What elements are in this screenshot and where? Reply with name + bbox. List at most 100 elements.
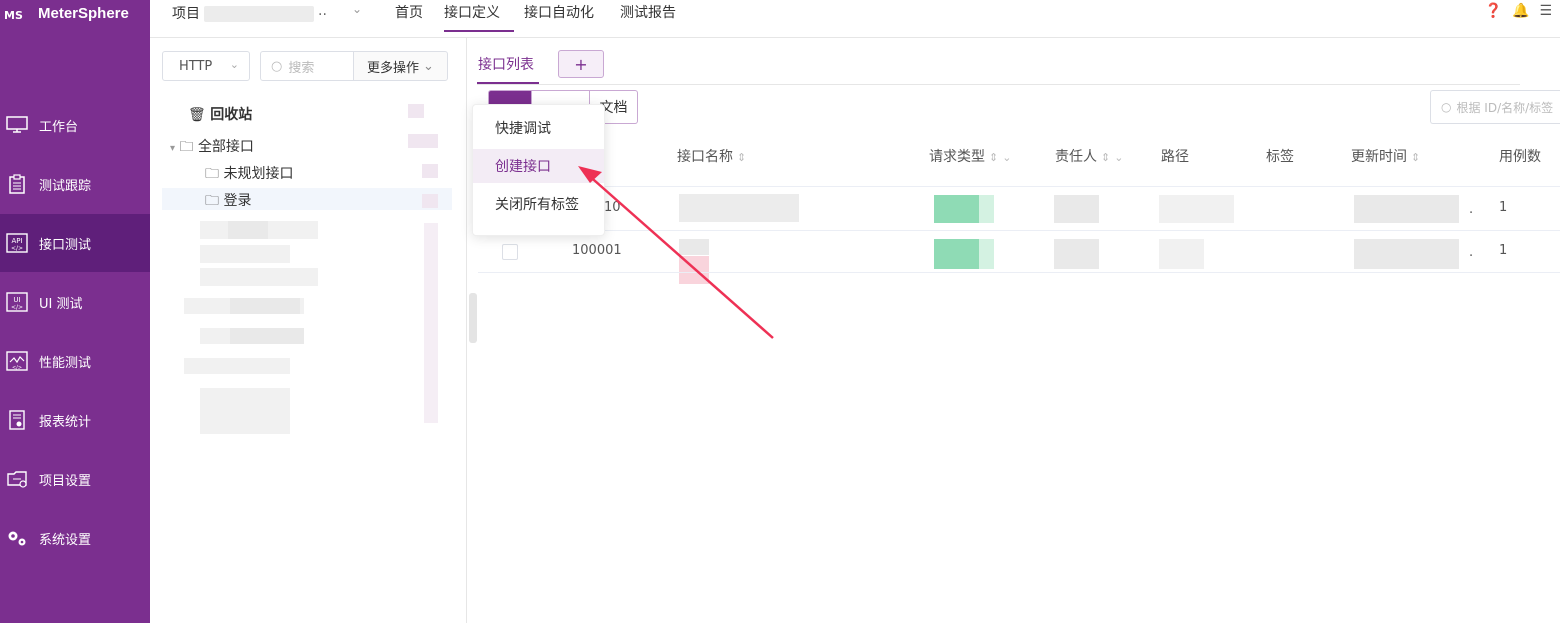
tree-node-label: 全部接口 [197, 139, 254, 155]
top-navbar: 项目 .. ⌄ 首页 接口定义 接口自动化 测试报告 ❓ 🔔 ☰ [150, 0, 1560, 38]
ui-test-icon: UI </> [4, 292, 30, 312]
active-menu-indicator [444, 30, 514, 32]
cell-name-redacted [679, 256, 709, 284]
menu-item-close-all-tabs[interactable]: 关闭所有标签 [473, 187, 604, 221]
top-right-icons: ❓ 🔔 ☰ [1485, 3, 1552, 19]
tab-divider [477, 84, 1520, 85]
sidebar-item-label: 测试跟踪 [39, 178, 92, 194]
tree-node-unplanned[interactable]: 🗀 未规划接口 [205, 163, 293, 187]
sidebar-item-test-tracking[interactable]: 测试跟踪 [0, 155, 150, 213]
sort-icon[interactable]: ⇕ [737, 151, 746, 164]
row-divider [478, 272, 1560, 273]
filter-icon[interactable]: ⌄ [1114, 151, 1123, 164]
svg-text:</>: </> [11, 304, 23, 311]
row-checkbox[interactable] [502, 244, 518, 260]
list-icon[interactable]: ☰ [1539, 3, 1552, 19]
sidebar-item-api-test[interactable]: API </> 接口测试 [0, 214, 150, 272]
more-operations-button[interactable]: 更多操作 ⌄ [353, 51, 448, 81]
menu-api-definition[interactable]: 接口定义 [444, 2, 500, 22]
tree-node-redacted[interactable] [200, 388, 290, 434]
column-label: 更新时间 [1351, 149, 1407, 165]
column-header-path[interactable]: 路径 [1161, 146, 1189, 166]
cell-time-dot: . [1469, 202, 1474, 217]
sidebar-item-label: 报表统计 [39, 414, 92, 430]
project-label: 项目 [172, 6, 200, 22]
project-settings-icon [4, 469, 30, 489]
menu-item-create-api[interactable]: 创建接口 [473, 149, 604, 183]
tree-node-label: 登录 [223, 193, 252, 209]
tree-node-redacted[interactable] [200, 245, 290, 263]
column-label: 请求类型 [929, 149, 985, 165]
cell-id: 10 [604, 200, 621, 215]
tree-node-redacted[interactable] [200, 268, 318, 286]
tree-node-all-apis[interactable]: ▾ 🗀 全部接口 [170, 136, 254, 160]
tree-node-redacted[interactable] [184, 358, 290, 374]
sidebar-item-label: UI 测试 [39, 296, 83, 312]
menu-item-quick-debug[interactable]: 快捷调试 [473, 111, 604, 145]
sidebar-item-performance-test[interactable]: </> 性能测试 [0, 332, 150, 390]
search-icon: ○ [1441, 100, 1452, 114]
search-placeholder: 搜索 [288, 60, 315, 76]
brand-name: MeterSphere [38, 4, 129, 22]
sidebar-item-workbench[interactable]: 工作台 [0, 96, 150, 154]
cell-update-time-redacted [1354, 239, 1459, 269]
column-header-update-time[interactable]: 更新时间 ⇕ [1351, 146, 1420, 166]
protocol-value: HTTP [179, 58, 213, 74]
menu-test-report[interactable]: 测试报告 [620, 2, 676, 22]
api-icon: API </> [4, 233, 30, 253]
tree-count-redacted [424, 223, 438, 423]
menu-api-automation[interactable]: 接口自动化 [524, 2, 594, 22]
cell-update-time-redacted [1354, 195, 1459, 223]
svg-text:UI: UI [13, 296, 20, 304]
row-divider [478, 230, 1560, 231]
sort-icon[interactable]: ⇕ [1411, 151, 1420, 164]
sort-icon[interactable]: ⇕ [989, 151, 998, 164]
column-header-case-count[interactable]: 用例数 [1499, 146, 1541, 166]
tree-count-redacted [422, 194, 438, 208]
protocol-select[interactable]: HTTP ⌄ [162, 51, 250, 81]
tree-node-redacted [230, 328, 304, 344]
sidebar-item-system-settings[interactable]: 系统设置 [0, 509, 150, 567]
api-tree-panel: HTTP ⌄ ○ 搜索 更多操作 ⌄ 🗑 回收站 ▾ 🗀 全部接口 🗀 未规划接… [150, 38, 467, 623]
folder-icon: 🗀 [205, 193, 219, 209]
api-search-input[interactable]: ○ 根据 ID/名称/标签 [1430, 90, 1560, 124]
cell-time-dot: . [1469, 245, 1474, 260]
chevron-down-icon[interactable]: ⌄ [352, 2, 362, 16]
sidebar-item-ui-test[interactable]: UI </> UI 测试 [0, 273, 150, 331]
column-header-owner[interactable]: 责任人 ⇕ ⌄ [1055, 146, 1123, 166]
tree-node-recycle-bin[interactable]: 🗑 回收站 [188, 104, 252, 124]
svg-text:API: API [11, 237, 22, 245]
column-header-tags[interactable]: 标签 [1266, 146, 1294, 166]
sidebar-item-label: 性能测试 [39, 355, 92, 371]
help-icon[interactable]: ❓ [1485, 3, 1502, 19]
more-operations-label: 更多操作 [367, 60, 420, 76]
folder-icon: 🗀 [179, 139, 194, 155]
sidebar-item-reports[interactable]: 报表统计 [0, 391, 150, 449]
tab-api-list[interactable]: 接口列表 [478, 54, 534, 74]
sort-icon[interactable]: ⇕ [1101, 151, 1110, 164]
report-icon [4, 410, 30, 430]
tree-search-input[interactable]: ○ 搜索 [260, 51, 354, 81]
sidebar-item-label: 系统设置 [39, 532, 92, 548]
tree-count-redacted [408, 104, 424, 118]
column-header-method[interactable]: 请求类型 ⇕ ⌄ [929, 146, 1011, 166]
project-name-redacted[interactable] [204, 6, 314, 22]
api-list-main: 接口列表 + 文档 ○ 根据 ID/名称/标签 接口名称 ⇕ 请求类型 ⇕ ⌄ 责任人… [467, 38, 1560, 623]
menu-home[interactable]: 首页 [395, 2, 423, 22]
column-header-name[interactable]: 接口名称 ⇕ [677, 146, 746, 166]
trash-icon: 🗑 [188, 107, 206, 123]
cell-name-redacted [679, 194, 799, 222]
svg-text:</>: </> [11, 245, 23, 252]
sidebar-item-project-settings[interactable]: 项目设置 [0, 450, 150, 508]
sidebar-item-label: 项目设置 [39, 473, 92, 489]
add-tab-button[interactable]: + [558, 50, 604, 78]
cell-name-redacted [679, 239, 709, 255]
bell-icon[interactable]: 🔔 [1512, 3, 1529, 19]
monitor-icon [4, 115, 30, 135]
filter-icon[interactable]: ⌄ [1002, 151, 1011, 164]
brand[interactable]: MS MeterSphere [0, 0, 150, 26]
tree-node-redacted [230, 298, 300, 314]
cell-path-redacted [1159, 239, 1204, 269]
tree-node-login[interactable]: 🗀 登录 [205, 190, 251, 214]
panel-resize-handle[interactable] [469, 293, 477, 343]
